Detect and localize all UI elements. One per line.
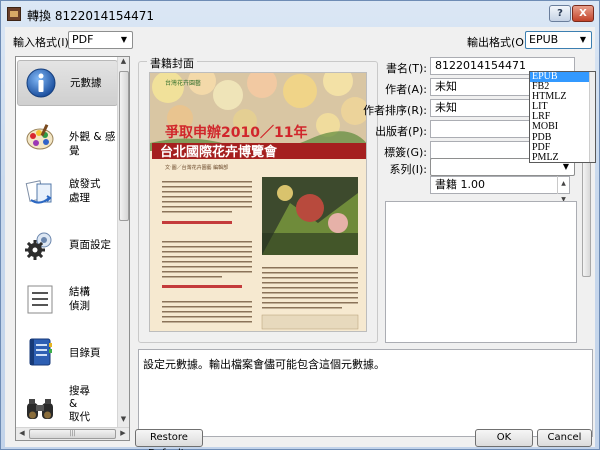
sidebar-item-label: 啟發式 處理 — [69, 177, 101, 205]
sidebar-item-heuristics[interactable]: 啟發式 處理 — [17, 168, 118, 214]
heuristics-icon — [25, 176, 55, 206]
sidebar-item-look-and-feel[interactable]: 外觀 & 感覺 — [17, 114, 118, 160]
series-index-field[interactable]: 書籍 1.00 ▲ ▼ — [430, 176, 570, 203]
sidebar-item-label: 元數據 — [70, 77, 102, 89]
close-button[interactable]: X — [572, 5, 594, 22]
chevron-down-icon: ▼ — [120, 35, 128, 44]
sidebar-item-label-text: 搜尋 & 取代 — [69, 385, 90, 423]
title-label: 書名(T): — [385, 62, 427, 75]
sidebar-item-metadata[interactable]: 元數據 — [17, 60, 118, 106]
scroll-left-arrow-icon[interactable]: ◀ — [16, 429, 28, 440]
cover-headline-line1: 爭取申辦2010／11年 — [165, 124, 307, 141]
sidebar-item-search-replace[interactable]: 搜尋 & 取代 — [17, 381, 118, 427]
scrollbar-thumb[interactable]: ||| — [29, 429, 116, 439]
toc-book-icon — [25, 337, 55, 367]
book-cover-image[interactable]: 爭取申辦2010／11年 台北國際花卉博覽會 文‧圖／台灣花卉園藝 編輯部 台灣… — [149, 72, 367, 332]
book-cover-group-title: 書籍封面 — [147, 55, 197, 71]
binoculars-icon — [25, 393, 55, 423]
sidebar-item-table-of-contents[interactable]: 目錄頁 — [17, 330, 118, 376]
scrollbar-thumb[interactable] — [119, 71, 129, 221]
page-setup-gear-icon — [25, 230, 55, 260]
calibre-app-icon — [7, 7, 21, 21]
ok-button[interactable]: OK — [475, 429, 533, 447]
info-icon — [26, 68, 56, 98]
cover-magazine-brand: 台灣花卉園藝 — [165, 79, 201, 87]
sidebar-item-label-text: 結構 偵測 — [69, 286, 90, 312]
sidebar-item-label-text: 啟發式 處理 — [69, 178, 101, 204]
dropdown-scrollbar[interactable] — [589, 72, 595, 162]
cover-artwork: 爭取申辦2010／11年 台北國際花卉博覽會 文‧圖／台灣花卉園藝 編輯部 台灣… — [150, 73, 366, 331]
output-format-label: 輸出格式(O): — [467, 36, 532, 49]
structure-list-icon — [25, 284, 55, 314]
author-label: 作者(A): — [385, 83, 427, 96]
author-sort-label: 作者排序(R): — [363, 104, 427, 117]
sidebar-item-structure-detection[interactable]: 結構 偵測 — [17, 276, 118, 322]
scroll-right-arrow-icon[interactable]: ▶ — [117, 429, 129, 440]
cancel-button[interactable]: Cancel — [537, 429, 592, 447]
series-index-value: 書籍 1.00 — [435, 178, 485, 191]
publisher-label: 出版者(P): — [375, 125, 427, 138]
sidebar-item-label: 搜尋 & 取代 — [69, 385, 90, 424]
sidebar-item-label: 頁面設定 — [69, 239, 111, 251]
input-format-label: 輸入格式(I): — [13, 36, 73, 49]
comments-box[interactable] — [385, 201, 577, 343]
book-cover-group: 書籍封面 爭取申辦2010／11年 台北國際花卉博覽會 文‧圖／台灣花卉園藝 編… — [138, 55, 378, 343]
sidebar-item-page-setup[interactable]: 頁面設定 — [17, 222, 118, 268]
dialog-client-area: 輸入格式(I): PDF ▼ 輸出格式(O): EPUB ▼ 元數據 外觀 & … — [5, 27, 596, 450]
restore-defaults-button[interactable]: Restore Defaults — [135, 429, 203, 450]
help-description: 設定元數據。輸出檔案會儘可能包含這個元數據。 — [138, 349, 593, 437]
output-format-select[interactable]: EPUB ▼ — [525, 31, 592, 49]
sidebar-item-label: 外觀 & 感覺 — [69, 131, 116, 157]
sidebar-item-label: 目錄頁 — [69, 347, 101, 359]
sidebar-item-label: 結構 偵測 — [69, 285, 90, 313]
input-format-value: PDF — [72, 33, 94, 46]
sidebar-vertical-scrollbar[interactable]: ▲ ▼ — [117, 57, 129, 427]
cover-byline: 文‧圖／台灣花卉園藝 編輯部 — [165, 164, 228, 171]
chevron-down-icon: ▼ — [579, 35, 587, 44]
window-title: 轉換 8122014154471 — [27, 9, 155, 23]
scroll-up-arrow-icon[interactable]: ▲ — [118, 57, 129, 69]
sidebar-horizontal-scrollbar[interactable]: ◀ ||| ▶ — [16, 427, 129, 440]
title-bar: 轉換 8122014154471 ? X — [1, 1, 599, 27]
input-format-select[interactable]: PDF ▼ — [68, 31, 133, 49]
series-label: 系列(I): — [389, 163, 427, 176]
settings-sidebar: 元數據 外觀 & 感覺 啟發式 處理 頁面設定 結構 偵測 目錄頁 搜尋 & 取… — [15, 56, 130, 441]
output-format-value: EPUB — [529, 33, 559, 46]
palette-icon — [25, 122, 55, 152]
cover-headline-line2: 台北國際花卉博覽會 — [160, 144, 278, 160]
output-format-dropdown-list: EPUBFB2HTMLZLITLRFMOBIPDBPDFPMLZRB — [529, 71, 596, 163]
tags-label: 標簽(G): — [384, 146, 427, 159]
help-button[interactable]: ? — [549, 5, 571, 22]
convert-dialog: 轉換 8122014154471 ? X 輸入格式(I): PDF ▼ 輸出格式… — [0, 0, 600, 450]
scroll-down-arrow-icon[interactable]: ▼ — [118, 415, 129, 427]
spinbox-arrows-icon[interactable]: ▲ ▼ — [557, 176, 569, 203]
